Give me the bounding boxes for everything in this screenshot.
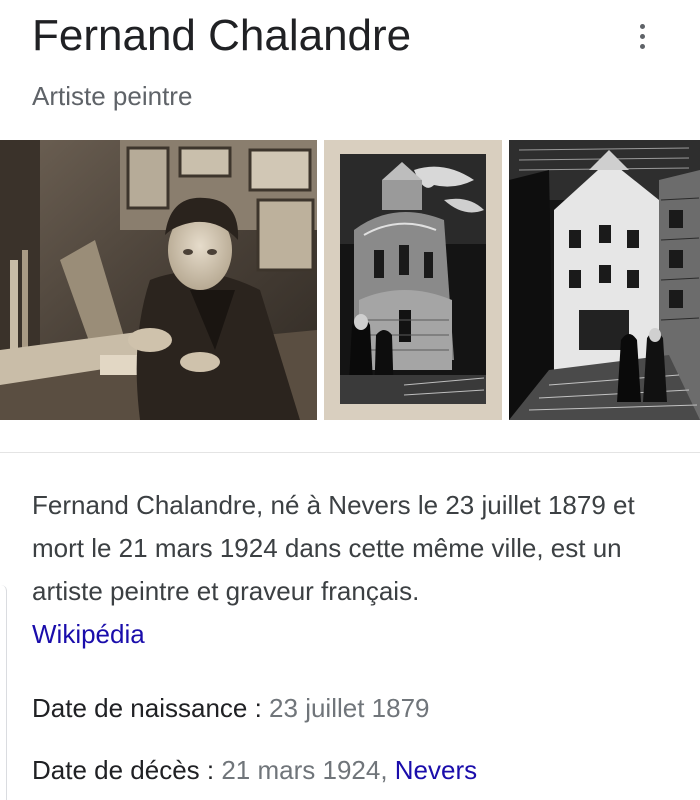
knowledge-panel-header: Fernand Chalandre Artiste peintre bbox=[0, 0, 700, 130]
more-vertical-icon bbox=[639, 23, 645, 29]
fact-death-date: Date de décès : 21 mars 1924, Nevers bbox=[32, 752, 477, 788]
entity-subtitle: Artiste peintre bbox=[32, 81, 193, 111]
fact-label-birth[interactable]: Date de naissance bbox=[32, 693, 247, 723]
portrait-photo[interactable] bbox=[0, 140, 317, 420]
more-options-button[interactable] bbox=[624, 18, 660, 54]
fact-value-death: 21 mars 1924, bbox=[221, 755, 395, 785]
more-vertical-icon-dot bbox=[639, 33, 645, 39]
entity-title: Fernand Chalandre bbox=[32, 11, 412, 60]
church-engraving[interactable] bbox=[324, 140, 502, 420]
entity-description: Fernand Chalandre, né à Nevers le 23 jui… bbox=[32, 484, 672, 656]
description-text: Fernand Chalandre, né à Nevers le 23 jui… bbox=[32, 490, 635, 606]
image-carousel bbox=[0, 140, 700, 420]
death-place-link[interactable]: Nevers bbox=[395, 755, 477, 785]
fact-value-birth: 23 juillet 1879 bbox=[269, 693, 430, 723]
section-divider bbox=[0, 452, 700, 453]
street-engraving[interactable] bbox=[509, 140, 700, 420]
wikipedia-link[interactable]: Wikipédia bbox=[32, 619, 145, 649]
fact-birth-date: Date de naissance : 23 juillet 1879 bbox=[32, 690, 430, 726]
more-vertical-icon-dot bbox=[639, 43, 645, 49]
card-edge bbox=[0, 585, 7, 800]
fact-separator: : bbox=[199, 755, 222, 785]
fact-label-death[interactable]: Date de décès bbox=[32, 755, 200, 785]
fact-separator: : bbox=[247, 693, 270, 723]
